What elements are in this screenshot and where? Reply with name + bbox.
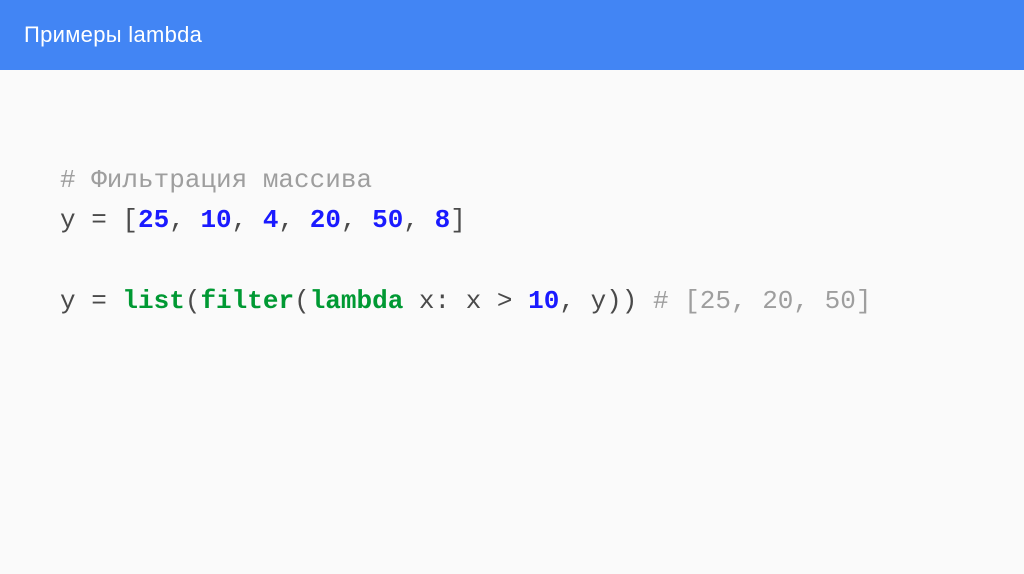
code-number: 20 xyxy=(310,205,341,235)
code-keyword: filter xyxy=(200,286,294,316)
code-text: , xyxy=(279,205,310,235)
code-comment: # [25, 20, 50] xyxy=(653,286,871,316)
code-line-2: y = [25, 10, 4, 20, 50, 8] xyxy=(60,200,964,240)
code-keyword: list xyxy=(122,286,184,316)
code-number: 8 xyxy=(435,205,451,235)
code-text: , xyxy=(341,205,372,235)
code-text: ] xyxy=(450,205,466,235)
code-number: 4 xyxy=(263,205,279,235)
code-block: # Фильтрация массива y = [25, 10, 4, 20,… xyxy=(60,160,964,321)
code-number: 10 xyxy=(528,286,559,316)
slide-header: Примеры lambda xyxy=(0,0,1024,70)
code-text: , y)) xyxy=(559,286,653,316)
code-comment: # Фильтрация массива xyxy=(60,165,372,195)
code-keyword: lambda xyxy=(310,286,404,316)
slide-title: Примеры lambda xyxy=(24,22,202,47)
code-text: x: x > xyxy=(403,286,528,316)
code-number: 50 xyxy=(372,205,403,235)
code-text: y = xyxy=(60,286,122,316)
code-text: , xyxy=(403,205,434,235)
code-number: 10 xyxy=(200,205,231,235)
code-line-3 xyxy=(60,241,964,281)
code-line-4: y = list(filter(lambda x: x > 10, y)) # … xyxy=(60,281,964,321)
code-line-1: # Фильтрация массива xyxy=(60,160,964,200)
code-text: , xyxy=(232,205,263,235)
code-number: 25 xyxy=(138,205,169,235)
code-text: ( xyxy=(185,286,201,316)
code-text: y = [ xyxy=(60,205,138,235)
code-text xyxy=(60,246,76,276)
code-text: ( xyxy=(294,286,310,316)
slide-content: # Фильтрация массива y = [25, 10, 4, 20,… xyxy=(0,70,1024,321)
code-text: , xyxy=(169,205,200,235)
